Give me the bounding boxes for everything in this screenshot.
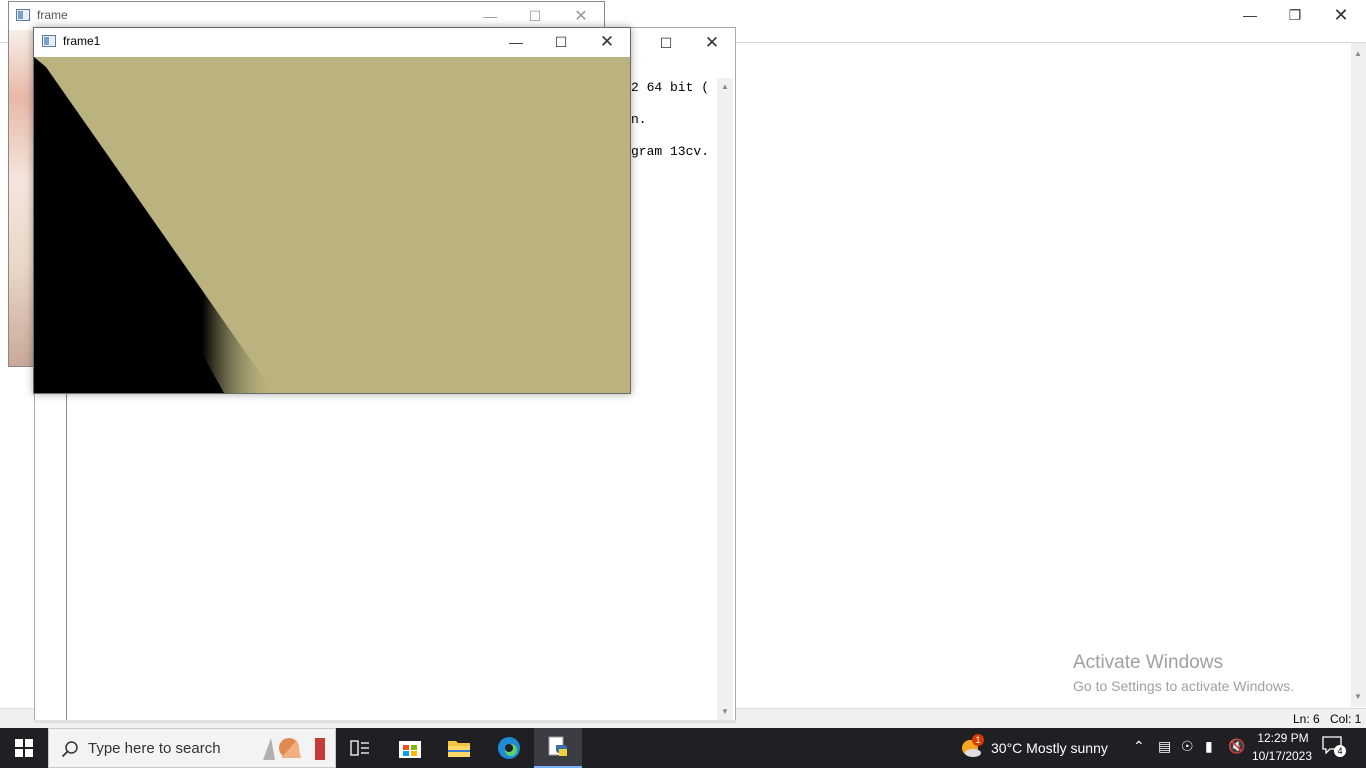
frame1-maximize-button[interactable]: ☐ bbox=[538, 27, 584, 57]
frame1-close-button[interactable]: ✕ bbox=[584, 27, 630, 57]
python-idle-icon bbox=[548, 736, 567, 756]
store-button[interactable] bbox=[386, 728, 434, 768]
scroll-up-icon[interactable]: ▲ bbox=[721, 82, 729, 91]
weather-badge: 1 bbox=[972, 734, 984, 746]
shell-line: n. bbox=[631, 112, 647, 127]
opencv-window-icon bbox=[16, 9, 30, 21]
search-highlight-icon bbox=[263, 738, 325, 760]
scroll-down-icon[interactable]: ▼ bbox=[1354, 692, 1362, 701]
shell-maximize-button[interactable]: ☐ bbox=[643, 28, 689, 58]
battery-icon[interactable]: ▮ bbox=[1205, 738, 1213, 755]
activate-title: Activate Windows bbox=[1073, 652, 1223, 673]
search-icon bbox=[61, 741, 78, 758]
frame1-title: frame1 bbox=[63, 34, 101, 48]
scroll-up-icon[interactable]: ▲ bbox=[1354, 49, 1362, 58]
shell-line: 2 64 bit ( bbox=[631, 80, 710, 95]
weather-widget[interactable]: 1 bbox=[959, 734, 984, 760]
task-view-icon bbox=[350, 740, 369, 756]
meet-icon[interactable]: ▤ bbox=[1158, 738, 1171, 755]
activate-windows-watermark: Activate Windows Go to Settings to activ… bbox=[1073, 652, 1294, 694]
scroll-down-icon[interactable]: ▼ bbox=[721, 707, 729, 716]
status-line: Ln: 6 bbox=[1293, 712, 1320, 726]
frame1-image-graphic bbox=[34, 57, 274, 393]
python-idle-button[interactable] bbox=[534, 728, 582, 768]
minimize-button[interactable]: — bbox=[1227, 0, 1273, 30]
network-icon[interactable]: ☉ bbox=[1181, 738, 1194, 755]
store-icon bbox=[399, 741, 421, 758]
search-placeholder: Type here to search bbox=[88, 740, 221, 757]
frame-title: frame bbox=[37, 8, 68, 22]
volume-mute-icon[interactable]: 🔇 bbox=[1228, 738, 1245, 755]
restore-button[interactable]: ❐ bbox=[1272, 0, 1318, 30]
notification-count: 4 bbox=[1334, 745, 1346, 757]
clock-date[interactable]: 10/17/2023 bbox=[1250, 749, 1314, 763]
task-view-button[interactable] bbox=[336, 728, 384, 768]
frame-image bbox=[9, 30, 35, 366]
shell-scrollbar[interactable]: ▲ ▼ bbox=[717, 78, 733, 720]
chevron-up-icon[interactable]: ⌃ bbox=[1133, 738, 1145, 755]
close-button[interactable]: ✕ bbox=[1318, 0, 1364, 30]
clock-time[interactable]: 12:29 PM bbox=[1253, 731, 1313, 745]
editor-scrollbar[interactable]: ▲ ▼ bbox=[1351, 43, 1366, 707]
edge-icon bbox=[498, 737, 520, 759]
windows-start-icon bbox=[15, 739, 33, 757]
file-explorer-button[interactable] bbox=[435, 728, 483, 768]
weather-text[interactable]: 30°C Mostly sunny bbox=[991, 740, 1108, 756]
shell-line: gram 13cv. bbox=[631, 144, 710, 159]
shell-close-button[interactable]: ✕ bbox=[689, 28, 735, 58]
opencv-window-icon bbox=[42, 35, 56, 47]
file-explorer-icon bbox=[448, 741, 470, 757]
frame1-image bbox=[34, 57, 630, 393]
start-button[interactable] bbox=[0, 728, 48, 768]
frame1-minimize-button[interactable]: — bbox=[493, 27, 539, 57]
edge-button[interactable] bbox=[485, 728, 533, 768]
shell-hscroll[interactable] bbox=[34, 720, 736, 723]
notification-button[interactable]: 4 bbox=[1322, 736, 1352, 760]
activate-subtitle: Go to Settings to activate Windows. bbox=[1073, 678, 1294, 694]
status-col: Col: 1 bbox=[1330, 712, 1362, 726]
